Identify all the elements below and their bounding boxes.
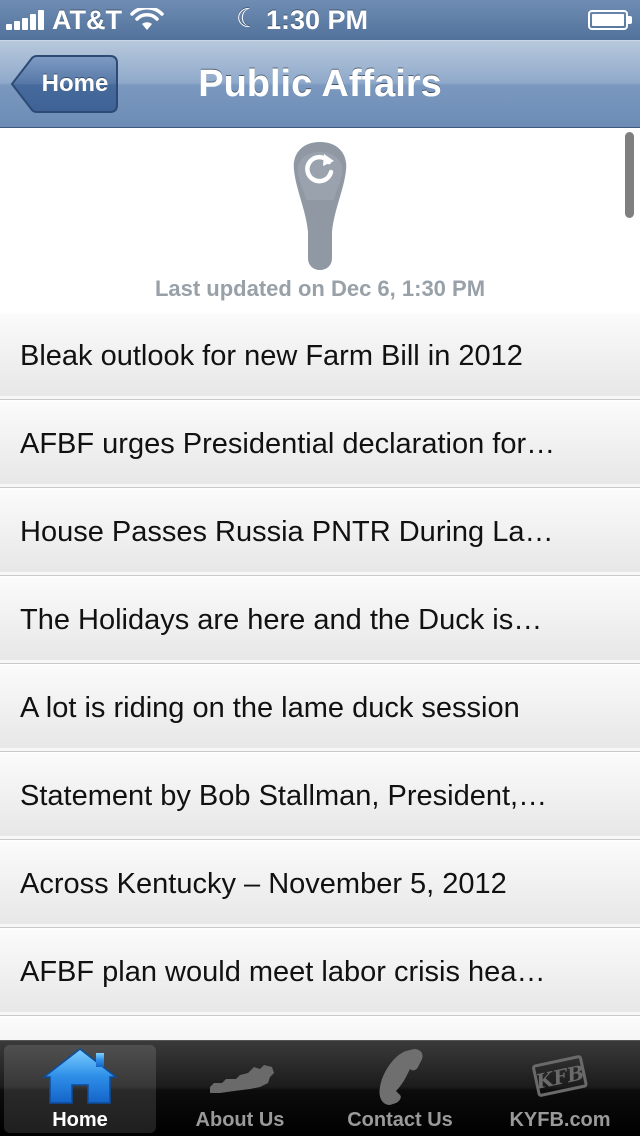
list-item[interactable] bbox=[0, 1016, 640, 1040]
tab-bar: Home About Us Contact Us KFB KYFB.com bbox=[0, 1040, 640, 1136]
list-item-title: AFBF urges Presidential declaration for… bbox=[20, 428, 556, 460]
status-bar: AT&T ☾ 1:30 PM bbox=[0, 0, 640, 40]
list-item[interactable]: AFBF urges Presidential declaration for… bbox=[0, 400, 640, 488]
list-item[interactable]: A lot is riding on the lame duck session bbox=[0, 664, 640, 752]
list-item-title: A lot is riding on the lame duck session bbox=[20, 692, 520, 724]
list-item[interactable]: Across Kentucky – November 5, 2012 bbox=[0, 840, 640, 928]
last-updated-text: Last updated on Dec 6, 1:30 PM bbox=[154, 276, 486, 301]
tab-label: KYFB.com bbox=[509, 1109, 611, 1131]
pull-to-refresh[interactable]: Last updated on Dec 6, 1:30 PM bbox=[0, 128, 640, 312]
page-title: Public Affairs bbox=[198, 63, 442, 105]
tab-about-us[interactable]: About Us bbox=[160, 1041, 320, 1136]
battery-level bbox=[592, 14, 624, 26]
carrier-name: AT&T bbox=[52, 5, 122, 35]
list-item-title bbox=[20, 1017, 616, 1040]
list-item[interactable]: The Holidays are here and the Duck is… bbox=[0, 576, 640, 664]
scrollbar[interactable] bbox=[625, 132, 634, 218]
tab-kyfb-com[interactable]: KFB KYFB.com bbox=[480, 1041, 640, 1136]
tab-contact-us[interactable]: Contact Us bbox=[320, 1041, 480, 1136]
signal-icon bbox=[6, 10, 48, 30]
back-button-label: Home bbox=[41, 70, 109, 97]
list-item-title: Statement by Bob Stallman, President,… bbox=[20, 780, 548, 812]
wifi-icon bbox=[130, 8, 164, 30]
refresh-icon bbox=[293, 142, 347, 270]
tab-home[interactable]: Home bbox=[0, 1041, 160, 1136]
phone-icon bbox=[379, 1049, 423, 1105]
house-icon bbox=[41, 1048, 119, 1104]
list-item-title: AFBF plan would meet labor crisis hea… bbox=[20, 956, 546, 988]
list-item-title: House Passes Russia PNTR During La… bbox=[20, 516, 554, 548]
list-item[interactable]: Statement by Bob Stallman, President,… bbox=[0, 752, 640, 840]
moon-icon: ☾ bbox=[236, 3, 260, 33]
status-time: 1:30 PM bbox=[266, 5, 369, 35]
tab-label: Home bbox=[52, 1109, 108, 1131]
article-list: Bleak outlook for new Farm Bill in 2012 … bbox=[0, 312, 640, 1040]
back-button[interactable]: Home bbox=[10, 55, 118, 113]
list-item-title: Bleak outlook for new Farm Bill in 2012 bbox=[20, 340, 523, 372]
navigation-bar: Home Public Affairs bbox=[0, 40, 640, 128]
list-item[interactable]: House Passes Russia PNTR During La… bbox=[0, 488, 640, 576]
kfb-logo-icon: KFB bbox=[532, 1055, 588, 1097]
list-item[interactable]: Bleak outlook for new Farm Bill in 2012 bbox=[0, 312, 640, 400]
tab-label: About Us bbox=[195, 1109, 285, 1131]
list-item-title: The Holidays are here and the Duck is… bbox=[20, 604, 543, 636]
battery-icon bbox=[588, 10, 632, 30]
tab-label: Contact Us bbox=[347, 1109, 453, 1131]
list-item-title: Across Kentucky – November 5, 2012 bbox=[20, 868, 507, 900]
list-item[interactable]: AFBF plan would meet labor crisis hea… bbox=[0, 928, 640, 1016]
kentucky-map-icon bbox=[210, 1065, 274, 1093]
